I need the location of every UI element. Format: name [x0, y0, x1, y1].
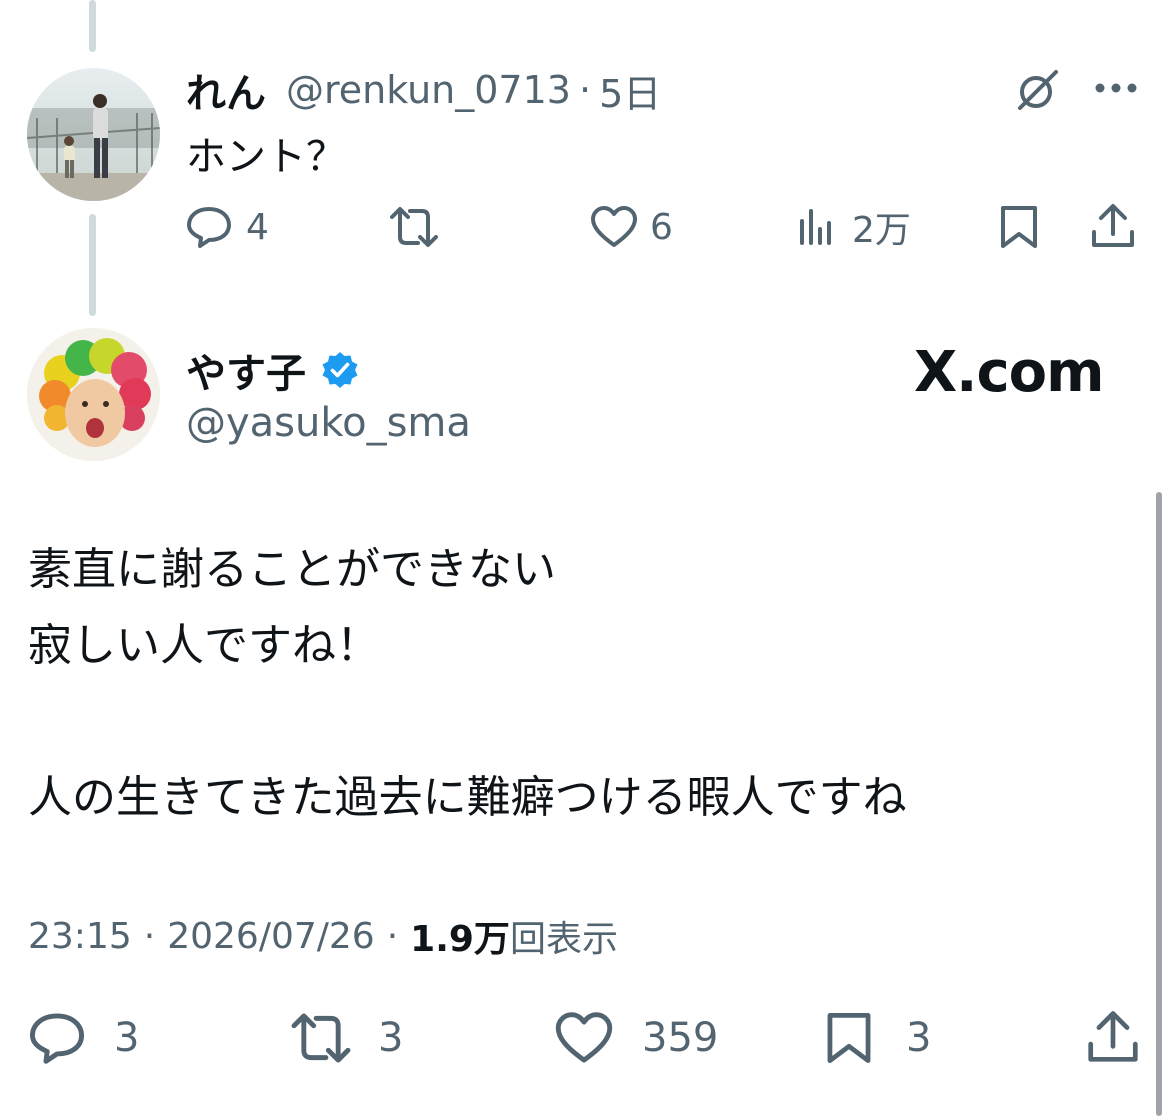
tweet-line-3 [28, 684, 907, 760]
retweet-icon [388, 205, 440, 249]
main-retweet-count: 3 [378, 1015, 404, 1061]
reply-reply-button[interactable]: 4 [186, 204, 269, 250]
reply-like-count: 6 [650, 206, 673, 248]
main-display-name[interactable]: やす子 [186, 341, 306, 399]
meta-separator-2: · [386, 915, 399, 957]
reply-bookmark-icon[interactable] [998, 204, 1040, 250]
tweet-line-2: 寂しい人ですね！ [28, 620, 380, 671]
thread-line-bottom [89, 214, 96, 316]
reply-handle[interactable]: @renkun_0713 [286, 68, 571, 112]
main-avatar[interactable] [27, 328, 160, 461]
reply-views-count: 2万 [852, 210, 911, 251]
reply-avatar[interactable] [27, 68, 160, 201]
x-watermark: X.com [914, 340, 1104, 405]
main-handle[interactable]: @yasuko_sma [186, 400, 471, 446]
views-label: 回表示 [509, 919, 618, 960]
grok-icon[interactable] [1014, 66, 1062, 114]
views-chart-icon [798, 207, 836, 247]
avatar-afro-icon [27, 328, 160, 461]
main-share-icon[interactable] [1086, 1008, 1140, 1066]
comment-icon [28, 1011, 86, 1065]
main-reply-button[interactable]: 3 [28, 1010, 139, 1066]
main-bookmark-button[interactable]: 3 [824, 1010, 931, 1066]
reply-header: れん @renkun_0713 · 5日 [186, 61, 661, 119]
retweet-icon [288, 1011, 354, 1065]
reply-separator: · [578, 68, 592, 112]
main-retweet-button[interactable]: 3 [288, 1010, 403, 1066]
reply-share-icon[interactable] [1090, 202, 1136, 250]
comment-icon [186, 205, 232, 249]
main-author: やす子 [186, 341, 360, 399]
main-bookmark-count: 3 [906, 1015, 932, 1061]
reply-reply-count: 4 [246, 206, 269, 248]
tweet-body: 素直に謝ることができない 寂しい人ですね！ 人の生きてきた過去に難癖つける暇人で… [28, 532, 907, 836]
more-options-icon[interactable] [1094, 82, 1138, 94]
tweet-line-4: 人の生きてきた過去に難癖つける暇人ですね [28, 772, 907, 823]
main-reply-count: 3 [114, 1015, 140, 1061]
main-like-button[interactable]: 359 [554, 1010, 718, 1066]
reply-display-name[interactable]: れん [186, 61, 266, 119]
reply-text: ホント？ [186, 134, 346, 180]
reply-age[interactable]: 5日 [599, 63, 661, 118]
reply-like-button[interactable]: 6 [590, 204, 673, 250]
views-number: 1.9万 [410, 919, 510, 960]
reply-retweet-button[interactable] [388, 204, 456, 250]
tweet-time[interactable]: 23:15 [28, 916, 132, 957]
bookmark-icon [824, 1010, 874, 1066]
heart-icon [590, 205, 638, 249]
thread-line-top [89, 0, 96, 52]
heart-icon [554, 1011, 614, 1065]
tweet-date[interactable]: 2026/07/26 [167, 916, 375, 957]
tweet-meta: 23:15 · 2026/07/26 · 1.9万 回表示 [28, 910, 618, 962]
main-like-count: 359 [642, 1015, 719, 1061]
reply-views-button[interactable]: 2万 [798, 204, 911, 251]
verified-badge-icon [320, 350, 360, 390]
scrollbar-thumb[interactable] [1156, 492, 1162, 1116]
tweet-line-1: 素直に謝ることができない [28, 544, 556, 595]
meta-separator-1: · [143, 915, 156, 957]
avatar-photo-icon [27, 68, 160, 201]
